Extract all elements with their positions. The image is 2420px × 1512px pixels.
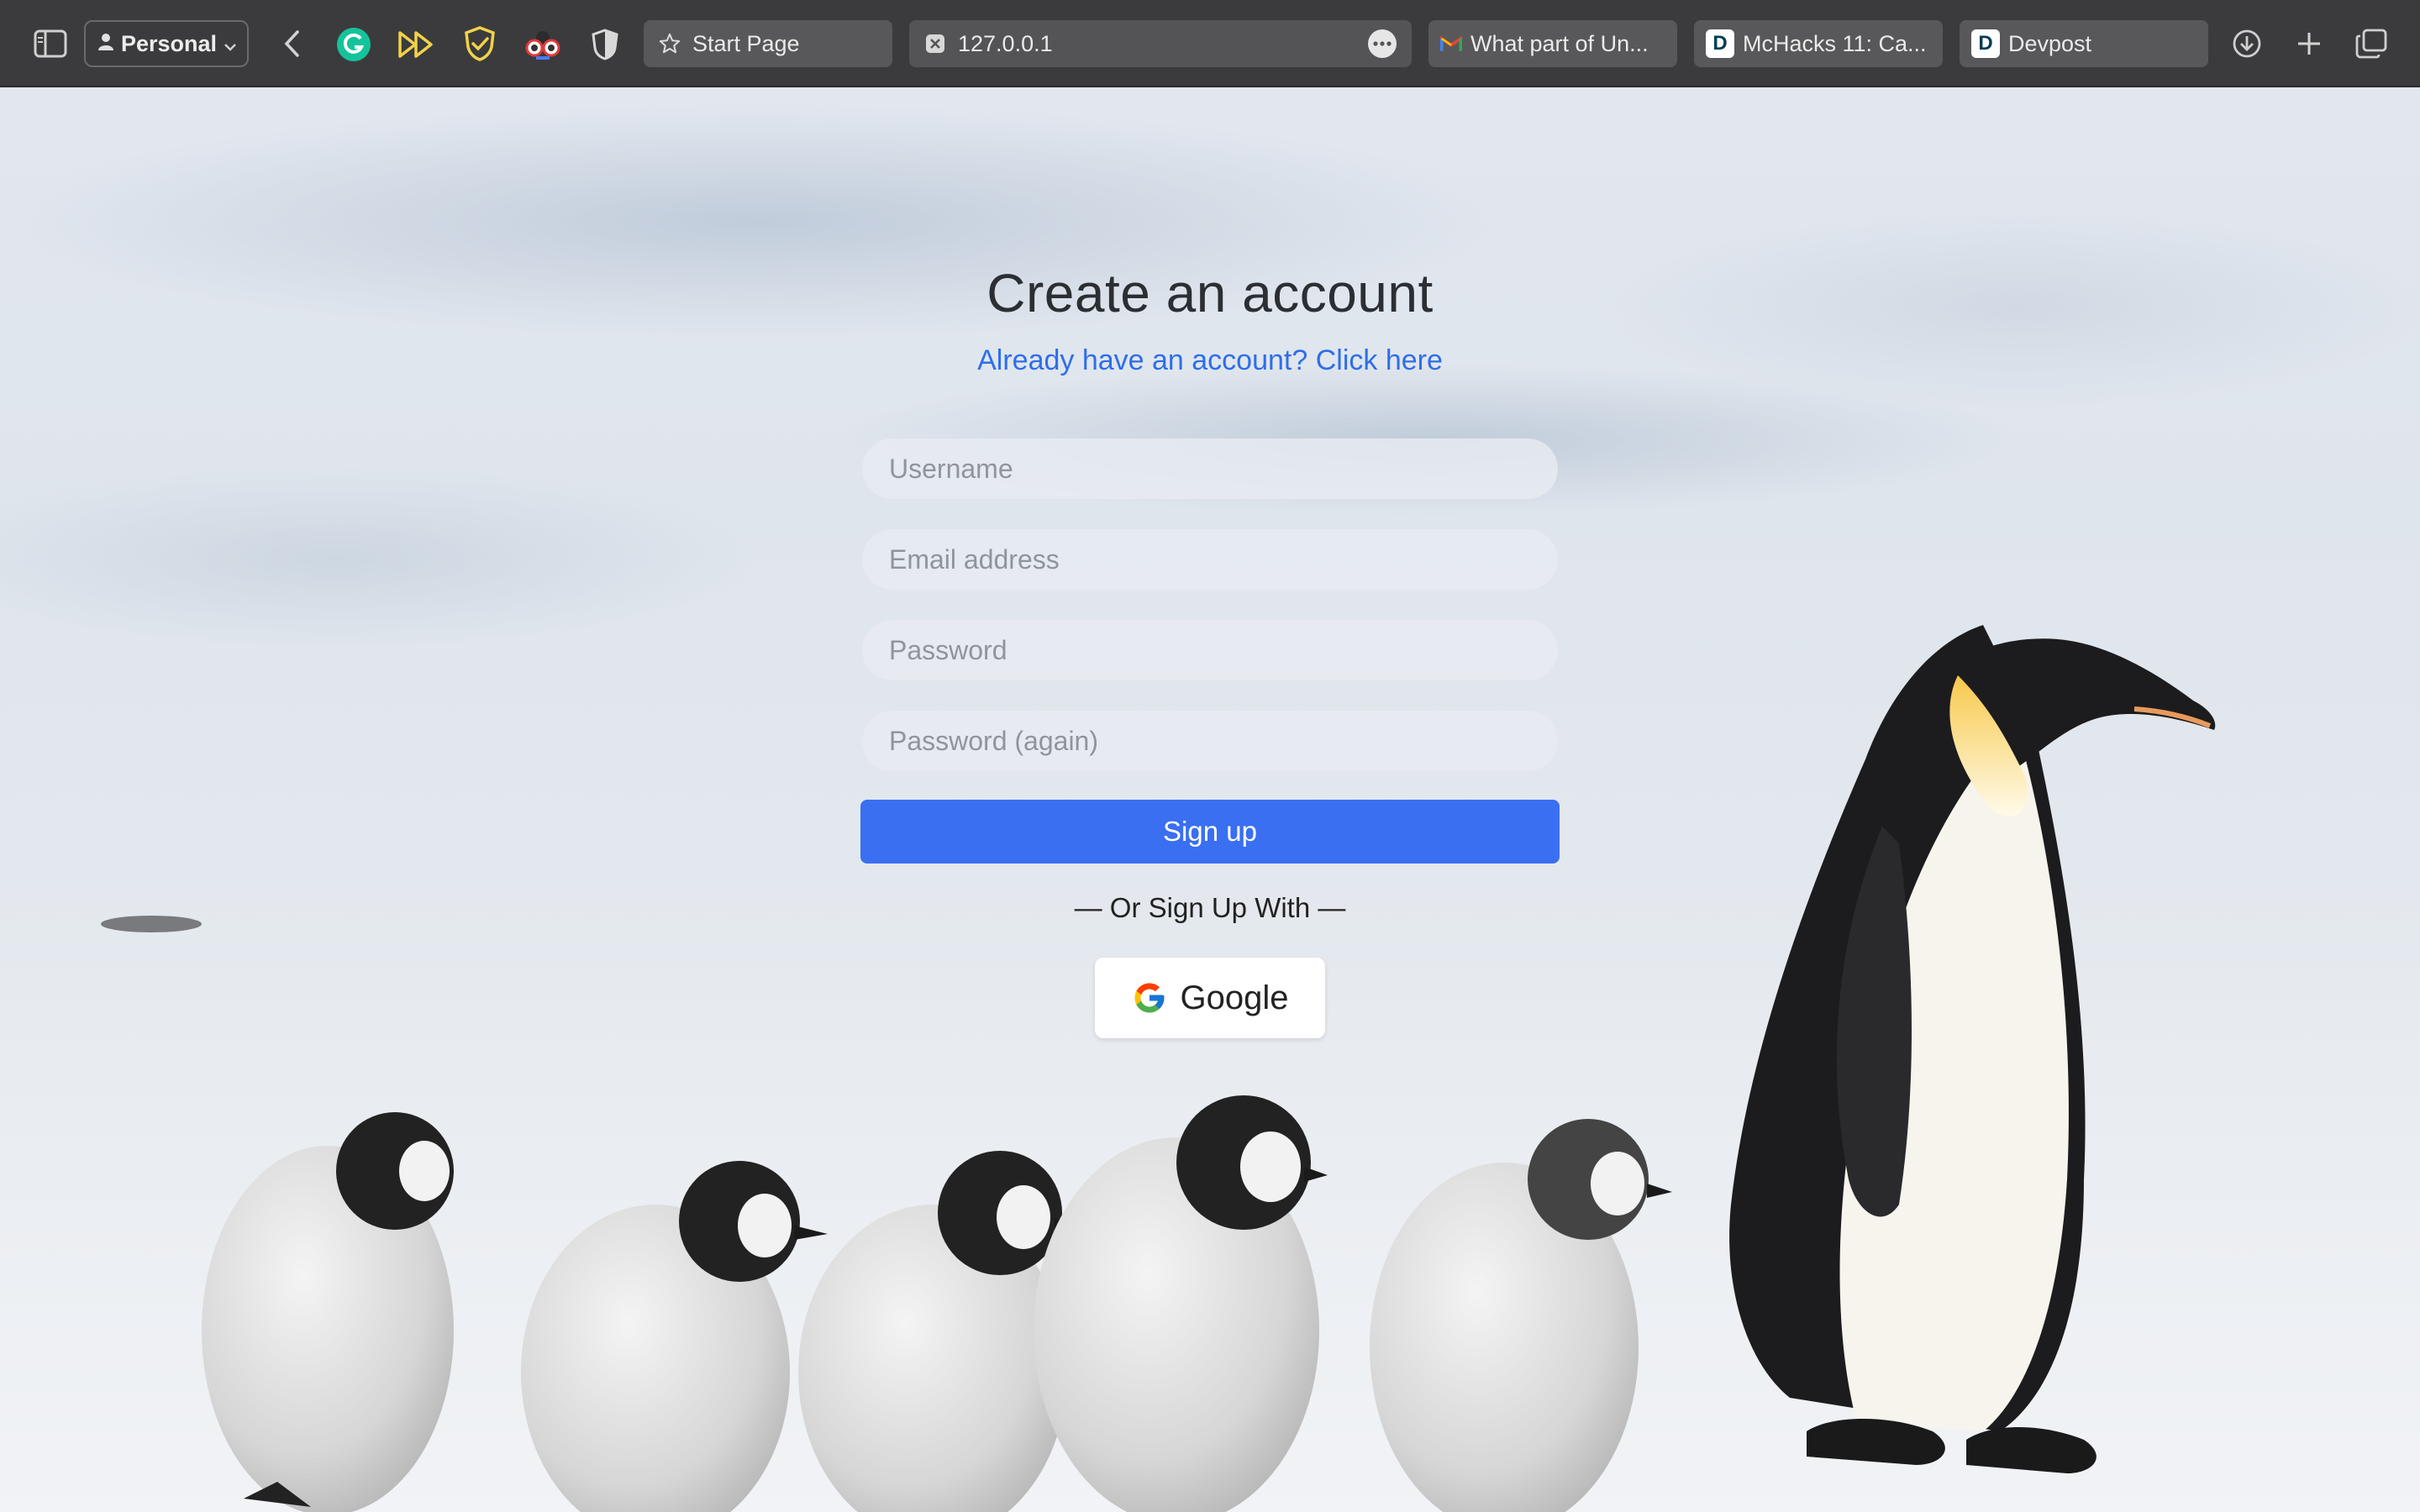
download-icon[interactable] [2228, 25, 2265, 62]
tab-start-page[interactable]: Start Page [644, 20, 892, 67]
devpost-icon: D [1971, 29, 2000, 58]
signup-button[interactable]: Sign up [860, 800, 1560, 864]
devpost-letter: D [1978, 32, 1993, 55]
browser-toolbar: Personal Start Page 127.0.0.1 What part … [0, 0, 2420, 87]
tab-label: Devpost [2008, 30, 2092, 56]
devpost-icon: D [1706, 29, 1734, 58]
login-link[interactable]: Already have an account? Click here [0, 344, 2420, 377]
tab-overview-icon[interactable] [2353, 25, 2390, 62]
tab-localhost[interactable]: 127.0.0.1 [909, 20, 1412, 67]
google-label: Google [1180, 979, 1289, 1016]
devpost-letter: D [1712, 32, 1728, 55]
google-icon [1132, 980, 1167, 1016]
signup-page: Create an account Already have an accoun… [0, 87, 2420, 1512]
fast-forward-icon[interactable] [397, 25, 437, 64]
profile-label: Personal [121, 30, 218, 56]
shield-check-icon[interactable] [460, 24, 499, 64]
glasses-icon[interactable] [523, 25, 563, 64]
profile-switcher[interactable]: Personal [84, 20, 249, 67]
page-title: Create an account [986, 263, 1434, 323]
more-options-icon[interactable] [1368, 29, 1397, 58]
tab-label: What part of Un... [1470, 30, 1649, 56]
signup-divider: — Or Sign Up With — [1074, 892, 1346, 923]
tab-label: 127.0.0.1 [958, 30, 1053, 56]
sidebar-icon[interactable] [32, 25, 69, 62]
tab-label: McHacks 11: Ca... [1743, 30, 1927, 56]
password-input[interactable] [862, 620, 1558, 680]
tab-mchacks[interactable]: D McHacks 11: Ca... [1694, 20, 1943, 67]
new-tab-icon[interactable] [2291, 25, 2328, 62]
half-shield-icon[interactable] [587, 25, 623, 64]
password-again-input[interactable] [862, 711, 1558, 771]
google-signup-button[interactable]: Google [1095, 958, 1325, 1038]
tab-devpost[interactable]: D Devpost [1960, 20, 2208, 67]
back-icon[interactable] [274, 25, 311, 62]
close-tab-icon[interactable] [924, 33, 946, 55]
gmail-icon [1440, 33, 1462, 55]
username-input[interactable] [862, 438, 1558, 499]
grammarly-icon[interactable] [334, 25, 373, 64]
chevron-down-icon [224, 31, 237, 57]
person-icon [97, 31, 114, 57]
tab-label: Start Page [692, 30, 800, 56]
email-input[interactable] [862, 529, 1558, 590]
star-icon [659, 33, 681, 55]
tab-gmail[interactable]: What part of Un... [1428, 20, 1677, 67]
